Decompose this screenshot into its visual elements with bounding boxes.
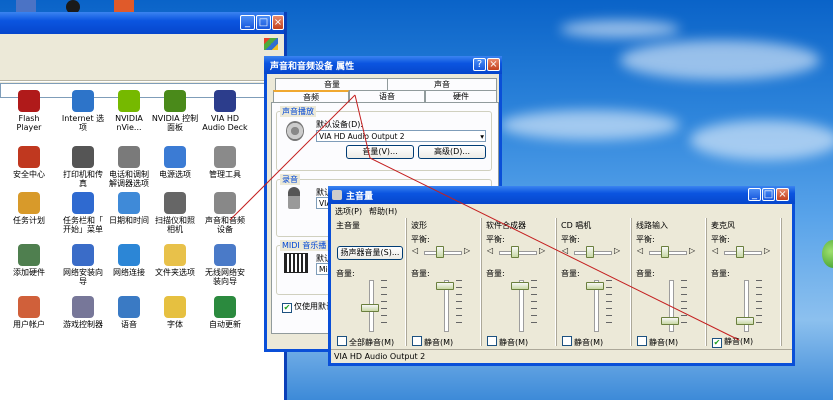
annotation-line — [369, 157, 740, 341]
annotation-lines — [229, 94, 740, 341]
annotation-line — [354, 94, 371, 159]
annotation-line — [229, 94, 356, 221]
